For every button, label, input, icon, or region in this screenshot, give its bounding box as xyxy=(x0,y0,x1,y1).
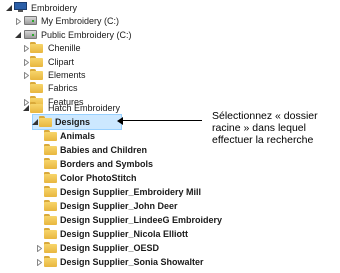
folder-icon xyxy=(44,256,57,267)
folder-icon xyxy=(44,228,57,239)
callout-line-3: effectuer la recherche xyxy=(212,134,314,146)
folder-icon xyxy=(39,116,52,127)
library-icon xyxy=(14,2,27,12)
callout-line-2: racine » dans lequel xyxy=(212,122,306,134)
collapsed-arrow-icon[interactable] xyxy=(35,254,43,270)
folder-icon xyxy=(44,172,57,183)
folder-tree: Embroidery My Embroidery (C:) Public Emb… xyxy=(0,0,222,273)
drive-icon xyxy=(24,30,37,39)
tree-item-label: Designs xyxy=(55,117,91,127)
callout-line xyxy=(122,120,202,121)
tree-item-ds-sonia[interactable]: Design Supplier_Sonia Showalter xyxy=(0,254,210,270)
folder-icon xyxy=(30,69,43,80)
folder-icon xyxy=(44,158,57,169)
folder-icon xyxy=(44,200,57,211)
folder-icon xyxy=(44,144,57,155)
drive-icon xyxy=(24,16,37,25)
callout-arrowhead xyxy=(117,117,123,125)
folder-icon xyxy=(44,214,57,225)
expanded-arrow-icon[interactable] xyxy=(31,115,39,129)
callout-annotation: Sélectionnez « dossier racine » dans leq… xyxy=(212,110,340,146)
folder-icon xyxy=(30,82,43,93)
expanded-arrow-icon[interactable] xyxy=(22,100,30,116)
folder-icon xyxy=(30,102,43,113)
folder-icon xyxy=(44,186,57,197)
folder-icon xyxy=(30,42,43,53)
folder-icon xyxy=(44,130,57,141)
callout-line-1: Sélectionnez « dossier xyxy=(212,110,318,122)
folder-icon xyxy=(44,242,57,253)
folder-icon xyxy=(30,56,43,67)
tree-item-label: Design Supplier_Sonia Showalter xyxy=(60,257,204,267)
